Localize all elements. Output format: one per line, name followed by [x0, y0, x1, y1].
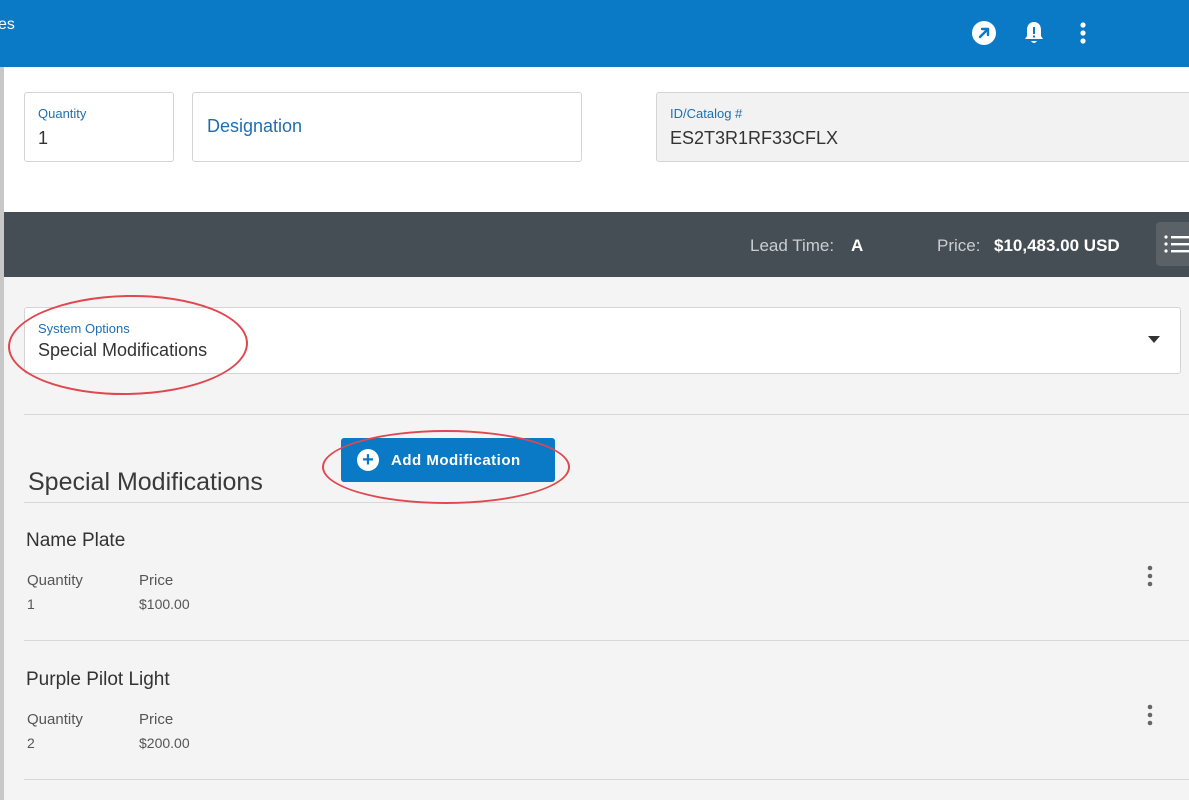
quantity-field[interactable]: Quantity 1 [24, 92, 174, 162]
catalog-id-value: ES2T3R1RF33CFLX [670, 128, 839, 148]
app-title: es [0, 16, 15, 33]
quantity-value[interactable]: 1 [38, 128, 48, 149]
modification-name: Name Plate [26, 530, 126, 551]
modification-price-value: $200.00 [139, 735, 190, 751]
more-vertical-icon[interactable] [1141, 703, 1159, 727]
modification-price-value: $100.00 [139, 596, 190, 612]
list-divider [24, 779, 1189, 780]
open-external-icon[interactable] [969, 18, 999, 48]
modification-name: Purple Pilot Light [26, 669, 170, 690]
section-divider [24, 414, 1189, 415]
dropdown-caret-icon[interactable] [1148, 336, 1160, 343]
more-vertical-icon[interactable] [1141, 564, 1159, 588]
summary-bar: Lead Time: A Price: $10,483.00 USD [4, 212, 1189, 277]
designation-placeholder: Designation [207, 116, 303, 136]
modification-price-label: Price [139, 711, 174, 728]
section-title: Special Modifications [28, 468, 263, 496]
price-label: Price: [937, 236, 981, 255]
list-divider [24, 640, 1189, 641]
quantity-label: Quantity [38, 106, 87, 121]
section-header-divider [24, 502, 1189, 503]
modification-quantity-value: 1 [27, 596, 35, 612]
annotation-ellipse-add-button [322, 430, 570, 504]
list-toggle-button[interactable] [1156, 222, 1189, 266]
catalog-id-label: ID/Catalog # [670, 106, 743, 121]
app-header: es [0, 0, 1189, 67]
more-vertical-icon[interactable] [1068, 18, 1098, 48]
modification-quantity-value: 2 [27, 735, 35, 751]
price-value: $10,483.00 USD [994, 236, 1120, 255]
modification-price-label: Price [139, 572, 174, 589]
lead-time-value: A [851, 236, 864, 255]
modification-quantity-label: Quantity [27, 711, 83, 728]
lead-time-label: Lead Time: [750, 236, 835, 255]
list-icon [1164, 235, 1189, 253]
designation-field[interactable]: Designation [192, 92, 582, 162]
notification-bell-icon[interactable] [1019, 18, 1049, 48]
modification-quantity-label: Quantity [27, 572, 83, 589]
catalog-id-field: ID/Catalog # ES2T3R1RF33CFLX [656, 92, 1189, 162]
